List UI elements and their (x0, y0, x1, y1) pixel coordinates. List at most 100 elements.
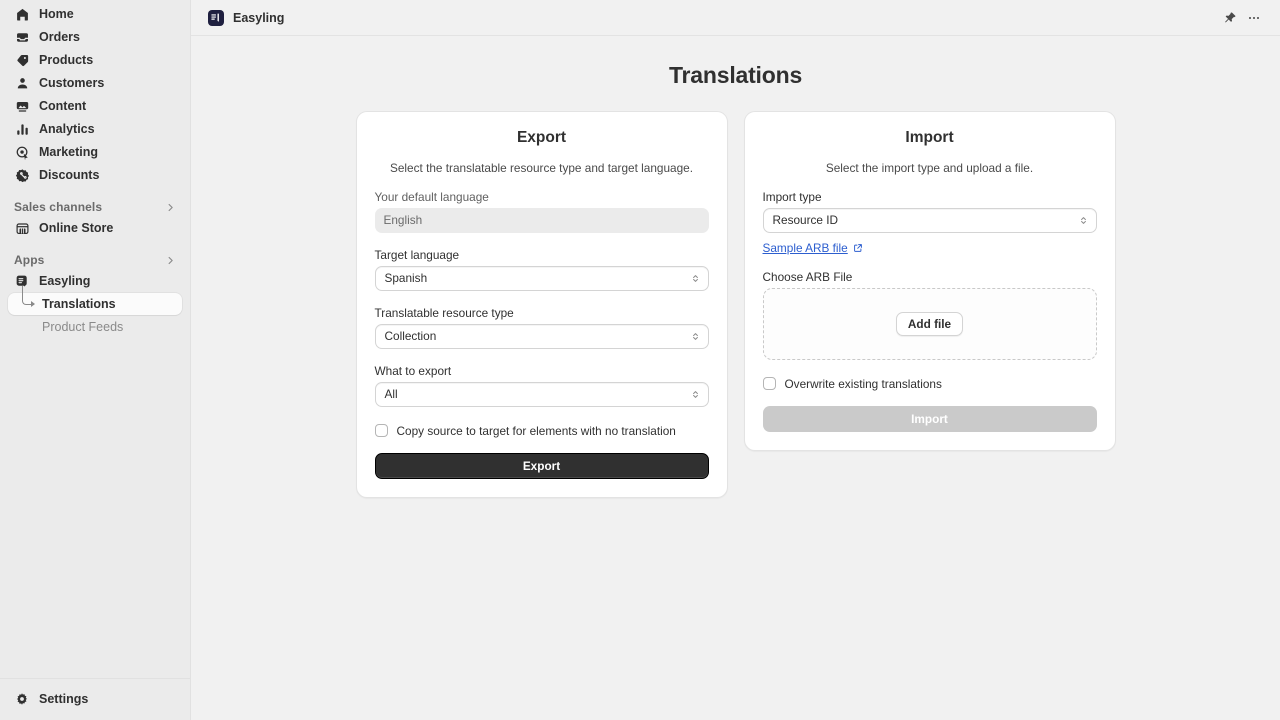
analytics-bars-icon (14, 121, 30, 137)
pin-icon[interactable] (1218, 6, 1242, 30)
overwrite-checkbox[interactable] (763, 377, 776, 390)
marketing-target-icon (14, 144, 30, 160)
copy-source-checkbox[interactable] (375, 424, 388, 437)
resource-type-label: Translatable resource type (375, 306, 709, 320)
export-card: Export Select the translatable resource … (356, 111, 728, 498)
topbar-app-identity: Easyling (208, 10, 284, 26)
app-root: Home Orders Products Customers (0, 0, 1280, 720)
products-tag-icon (14, 52, 30, 68)
import-button-label: Import (911, 412, 948, 426)
import-type-select[interactable]: Resource ID (763, 208, 1097, 233)
add-file-button-label: Add file (908, 317, 951, 331)
what-to-export-value: All (385, 387, 398, 401)
chevron-updown-icon (690, 389, 701, 400)
resource-type-value: Collection (385, 329, 437, 343)
sidebar-item-easyling[interactable]: Easyling (8, 270, 182, 292)
sidebar-item-content[interactable]: Content (8, 95, 182, 117)
sidebar-item-orders[interactable]: Orders (8, 26, 182, 48)
sidebar-section-apps[interactable]: Apps (14, 253, 176, 267)
sidebar-item-label: Online Store (39, 221, 113, 235)
sample-arb-file-link[interactable]: Sample ARB file (763, 241, 848, 255)
topbar-app-name: Easyling (233, 11, 284, 25)
section-label: Sales channels (14, 200, 102, 214)
sidebar-item-label: Products (39, 53, 93, 67)
import-type-value: Resource ID (773, 213, 839, 227)
page-content: Translations Export Select the translata… (191, 36, 1280, 720)
cards-container: Export Select the translatable resource … (191, 111, 1280, 498)
sidebar-item-label: Analytics (39, 122, 95, 136)
copy-source-checkbox-row[interactable]: Copy source to target for elements with … (375, 424, 709, 438)
target-language-label: Target language (375, 248, 709, 262)
sidebar-footer: Settings (0, 678, 190, 720)
chevron-updown-icon (690, 331, 701, 342)
sidebar-item-label: Marketing (39, 145, 98, 159)
import-card-subtitle: Select the import type and upload a file… (763, 161, 1097, 175)
sidebar-item-product-feeds[interactable]: Product Feeds (8, 316, 182, 338)
resource-type-field: Translatable resource type Collection (375, 306, 709, 349)
sidebar-subnav: Translations Product Feeds (0, 293, 190, 338)
sidebar-subitem-label: Translations (42, 297, 116, 311)
home-icon (14, 6, 30, 22)
sidebar-item-products[interactable]: Products (8, 49, 182, 71)
sidebar-item-online-store[interactable]: Online Store (8, 217, 182, 239)
content-image-icon (14, 98, 30, 114)
sidebar-item-discounts[interactable]: Discounts (8, 164, 182, 186)
external-link-icon (853, 243, 863, 253)
sidebar-item-label: Home (39, 7, 74, 21)
target-language-value: Spanish (385, 271, 428, 285)
what-to-export-label: What to export (375, 364, 709, 378)
choose-file-field: Choose ARB File Add file (763, 270, 1097, 360)
subnav-connector-icon (22, 286, 34, 305)
sidebar-item-label: Customers (39, 76, 104, 90)
default-language-input: English (375, 208, 709, 233)
section-label: Apps (14, 253, 44, 267)
overwrite-checkbox-label: Overwrite existing translations (785, 377, 942, 391)
online-store-icon (14, 220, 30, 236)
import-button: Import (763, 406, 1097, 432)
sidebar-item-label: Content (39, 99, 86, 113)
sidebar-item-label: Orders (39, 30, 80, 44)
export-button-label: Export (523, 459, 560, 473)
sidebar-subitem-label: Product Feeds (42, 320, 123, 334)
more-horizontal-icon[interactable] (1242, 6, 1266, 30)
export-card-subtitle: Select the translatable resource type an… (375, 161, 709, 175)
what-to-export-field: What to export All (375, 364, 709, 407)
sidebar-item-settings[interactable]: Settings (8, 688, 182, 710)
add-file-button[interactable]: Add file (896, 312, 963, 336)
sidebar-nav: Home Orders Products Customers (0, 0, 190, 678)
topbar: Easyling (191, 0, 1280, 36)
overwrite-checkbox-row[interactable]: Overwrite existing translations (763, 377, 1097, 391)
sidebar-item-marketing[interactable]: Marketing (8, 141, 182, 163)
file-dropzone[interactable]: Add file (763, 288, 1097, 360)
target-language-select[interactable]: Spanish (375, 266, 709, 291)
main-area: Easyling Translations Export Select the … (191, 0, 1280, 720)
sidebar-section-sales-channels[interactable]: Sales channels (14, 200, 176, 214)
sidebar-item-analytics[interactable]: Analytics (8, 118, 182, 140)
sidebar-item-home[interactable]: Home (8, 3, 182, 25)
customers-person-icon (14, 75, 30, 91)
export-button[interactable]: Export (375, 453, 709, 479)
chevron-right-icon (165, 255, 176, 266)
gear-icon (14, 691, 30, 707)
discounts-badge-icon (14, 167, 30, 183)
chevron-updown-icon (690, 273, 701, 284)
chevron-right-icon (165, 202, 176, 213)
export-card-title: Export (375, 129, 709, 147)
import-type-field: Import type Resource ID (763, 190, 1097, 233)
default-language-label: Your default language (375, 190, 709, 204)
sample-arb-file-row[interactable]: Sample ARB file (763, 241, 1097, 255)
import-type-label: Import type (763, 190, 1097, 204)
import-card-title: Import (763, 129, 1097, 147)
import-card: Import Select the import type and upload… (744, 111, 1116, 451)
orders-inbox-icon (14, 29, 30, 45)
sidebar-item-customers[interactable]: Customers (8, 72, 182, 94)
page-title: Translations (191, 62, 1280, 90)
default-language-field: Your default language English (375, 190, 709, 233)
copy-source-checkbox-label: Copy source to target for elements with … (397, 424, 676, 438)
what-to-export-select[interactable]: All (375, 382, 709, 407)
sidebar: Home Orders Products Customers (0, 0, 191, 720)
sidebar-item-label: Settings (39, 692, 88, 706)
chevron-updown-icon (1078, 215, 1089, 226)
default-language-value: English (384, 213, 423, 227)
resource-type-select[interactable]: Collection (375, 324, 709, 349)
